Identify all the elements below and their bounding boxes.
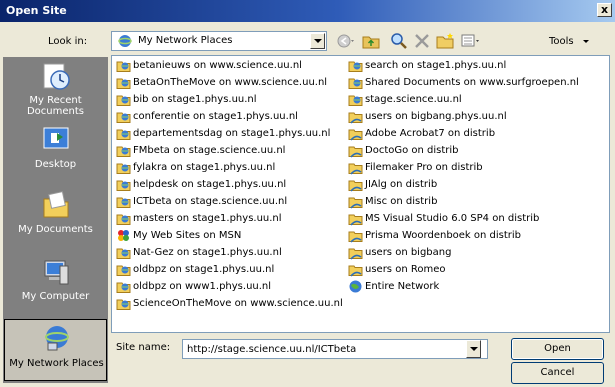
place-label: My Network Places [9,358,104,369]
look-in-dropdown-arrow[interactable] [310,33,325,49]
open-site-dialog: Open Site x Look in: My Network Places T… [0,0,615,387]
search-web-icon[interactable] [389,32,409,50]
back-icon[interactable] [336,32,356,50]
shared-folder-icon [348,129,363,141]
look-in-value: My Network Places [138,35,233,46]
file-item-label: My Web Sites on MSN [133,230,242,241]
web-folder-icon [116,214,131,225]
my-network-places-icon [45,326,69,351]
views-icon[interactable] [460,32,480,50]
site-name-label: Site name: [116,342,171,353]
file-item-label: Misc on distrib [365,196,438,207]
shared-folder-icon [348,163,363,175]
place-label: Desktop [34,159,77,170]
place-desktop[interactable]: Desktop [4,121,107,183]
web-folder-icon [116,163,131,174]
web-folder-icon [116,180,131,191]
places-bar: My Recent Documents Desktop My Documents… [3,57,108,383]
web-folder-icon [116,197,131,208]
file-item-label: departementsdag on stage1.phys.uu.nl [133,128,331,139]
shared-folder-icon [348,197,363,209]
my-computer-icon [44,260,69,285]
file-item-label: helpdesk on stage1.phys.uu.nl [133,179,287,190]
file-item-label: ICTbeta on stage.science.uu.nl [133,196,288,207]
web-folder-icon [116,299,131,310]
file-item-label: bib on stage1.phys.uu.nl [133,94,257,105]
web-folder-icon [116,129,131,140]
file-item-label: MS Visual Studio 6.0 SP4 on distrib [365,213,540,224]
msn-icon [118,230,129,241]
shared-folder-icon [348,265,363,277]
web-folder-icon [348,78,363,89]
web-folder-icon [348,61,363,72]
file-item-label: users on Romeo [365,264,446,275]
web-folder-icon [116,95,131,106]
file-item-label: DoctoGo on distrib [365,145,459,156]
tools-dropdown-arrow[interactable] [583,40,589,43]
dialog-title: Open Site [6,4,67,17]
file-item-label: oldbpz on www1.phys.uu.nl [133,281,272,292]
file-item-label: Prisma Woordenboek on distrib [365,230,522,241]
place-my-recent-documents[interactable]: My Recent Documents [4,57,107,119]
look-in-label: Look in: [48,36,88,47]
place-label: My Computer [21,291,90,302]
file-item-label: users on bigbang.phys.uu.nl [365,111,507,122]
shared-folder-icon [348,112,363,124]
web-folder-icon [116,112,131,123]
file-item-label: Nat-Gez on stage1.phys.uu.nl [133,247,282,258]
place-my-documents[interactable]: My Documents [4,186,107,248]
close-button[interactable]: x [597,3,612,17]
new-folder-icon[interactable] [435,32,455,50]
shared-folder-icon [348,146,363,158]
place-my-network-places[interactable]: My Network Places [4,319,107,381]
web-folder-icon [348,95,363,106]
desktop-icon [43,127,69,149]
file-item-label: conferentie on stage1.phys.uu.nl [133,111,298,122]
file-item-label: search on stage1.phys.uu.nl [365,60,507,71]
file-item-label: Entire Network [365,281,440,292]
shared-folder-icon [348,214,363,226]
file-item-label: ScienceOnTheMove on www.science.uu.nl [133,298,343,309]
shared-folder-icon [348,180,363,192]
web-folder-icon [116,146,131,157]
file-list[interactable]: betanieuws on www.science.uu.nl BetaOnThe… [111,55,610,333]
place-label: My Documents [18,224,93,235]
web-folder-icon [116,78,131,89]
look-in-dropdown[interactable]: My Network Places [111,31,327,51]
cancel-button[interactable]: Cancel [511,362,604,384]
shared-folder-icon [348,231,363,243]
file-item-label: fylakra on stage1.phys.uu.nl [133,162,276,173]
globe-icon [349,280,362,293]
web-folder-icon [116,248,131,259]
web-folder-icon [116,265,131,276]
file-item-label: JIAlg on distrib [365,179,438,190]
place-label: My Recent Documents [26,95,85,117]
web-folder-icon [116,282,131,293]
file-item-label: stage.science.uu.nl [365,94,462,105]
open-button[interactable]: Open [511,338,604,360]
network-places-icon [118,35,132,47]
file-item-label: FMbeta on stage.science.uu.nl [133,145,286,156]
title-bar[interactable]: Open Site x [0,0,615,22]
tools-menu[interactable]: Tools [549,36,574,47]
file-item-label: betanieuws on www.science.uu.nl [133,60,302,71]
web-folder-icon [116,61,131,72]
file-item-label: Shared Documents on www.surfgroepen.nl [365,77,579,88]
file-item-label: BetaOnTheMove on www.science.uu.nl [133,77,328,88]
file-item-label: users on bigbang [365,247,452,258]
file-item-label: Adobe Acrobat7 on distrib [365,128,496,139]
recent-documents-icon [43,63,70,90]
site-name-input[interactable] [182,339,488,359]
file-item-label: oldbpz on stage1.phys.uu.nl [133,264,275,275]
shared-folder-icon [348,248,363,260]
delete-icon[interactable] [412,32,432,50]
place-my-computer[interactable]: My Computer [4,253,107,315]
file-item-label: Filemaker Pro on distrib [365,162,483,173]
site-name-dropdown-arrow[interactable] [466,340,481,358]
file-item-label: masters on stage1.phys.uu.nl [133,213,282,224]
up-folder-icon[interactable] [361,32,381,50]
my-documents-icon [43,191,69,218]
